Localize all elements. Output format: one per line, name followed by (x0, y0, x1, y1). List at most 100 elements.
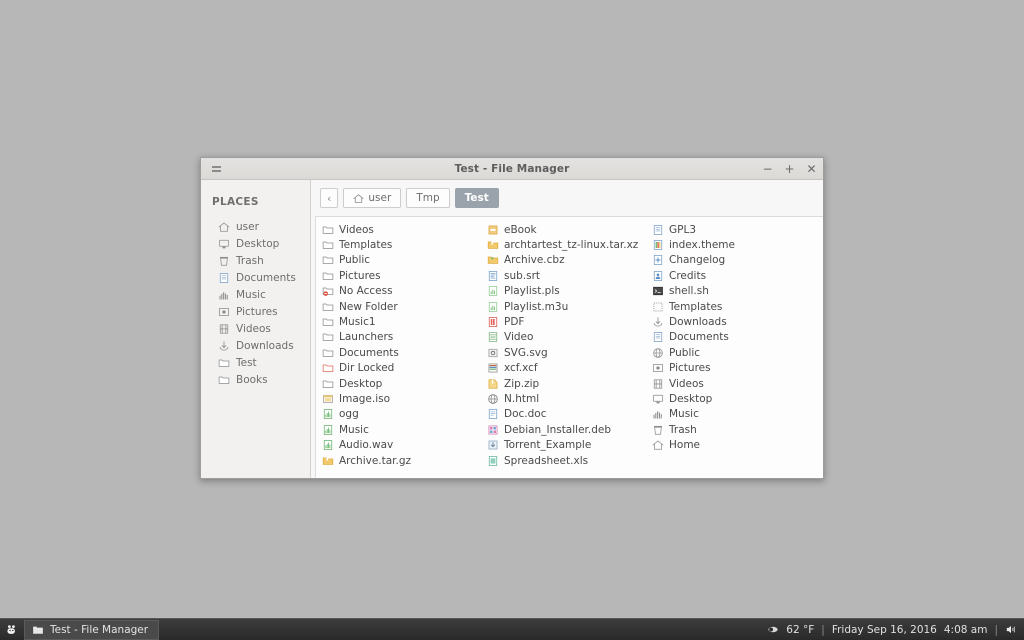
sidebar-item-test[interactable]: Test (201, 354, 310, 371)
breadcrumb-user[interactable]: user (343, 188, 402, 208)
window-titlebar[interactable]: Test - File Manager − + ✕ (201, 158, 823, 180)
file-item-label: Zip.zip (504, 377, 540, 390)
file-item[interactable]: Playlist.pls (487, 284, 652, 299)
file-item[interactable]: Templates (322, 237, 487, 252)
file-item-label: Desktop (669, 392, 713, 405)
back-button[interactable]: ‹ (320, 188, 339, 208)
file-item[interactable]: Video (487, 330, 652, 345)
file-item[interactable]: New Folder (322, 299, 487, 314)
file-item[interactable]: sub.srt (487, 268, 652, 283)
folder-noaccess-icon (322, 287, 334, 297)
file-item[interactable]: N.html (487, 391, 652, 406)
file-item[interactable]: Documents (322, 345, 487, 360)
file-item-label: GPL3 (669, 223, 696, 236)
file-item-label: Trash (669, 423, 697, 436)
file-item[interactable]: Credits (652, 268, 817, 283)
file-item[interactable]: Archive.cbz (487, 253, 652, 268)
file-item[interactable]: Trash (652, 422, 817, 437)
file-item[interactable]: SVG.svg (487, 345, 652, 360)
file-item[interactable]: xcf.xcf (487, 361, 652, 376)
file-list[interactable]: Videos Templates Public Pictures No Access Ne… (315, 216, 823, 478)
file-item-label: PDF (504, 316, 525, 329)
sidebar-item-music[interactable]: Music (201, 286, 310, 303)
file-item[interactable]: Music (322, 422, 487, 437)
zip-icon (488, 379, 498, 389)
file-item[interactable]: Image.iso (322, 391, 487, 406)
taskbar-window-button[interactable]: Test - File Manager (24, 619, 160, 640)
breadcrumb-tmp[interactable]: Tmp (406, 188, 450, 208)
file-item-label: Debian_Installer.deb (504, 423, 612, 436)
file-item[interactable]: Playlist.m3u (487, 299, 652, 314)
file-item[interactable]: Desktop (652, 391, 817, 406)
file-item[interactable]: Audio.wav (322, 437, 487, 452)
volume-icon[interactable] (1005, 624, 1018, 635)
file-item[interactable]: Videos (322, 222, 487, 237)
file-item[interactable]: shell.sh (652, 284, 817, 299)
file-item[interactable]: Desktop (322, 376, 487, 391)
file-item[interactable]: Documents (652, 330, 817, 345)
sidebar-item-trash[interactable]: Trash (201, 252, 310, 269)
file-item[interactable]: PDF (487, 314, 652, 329)
hamburger-menu-icon[interactable] (205, 158, 227, 180)
file-item-label: eBook (504, 223, 537, 236)
file-item[interactable]: Videos (652, 376, 817, 391)
file-item[interactable]: Public (322, 253, 487, 268)
file-item-label: Videos (669, 377, 704, 390)
date-label[interactable]: Friday Sep 16, 2016 (832, 624, 937, 636)
file-item-label: New Folder (339, 300, 398, 313)
pictures-icon (652, 364, 664, 373)
sidebar-item-downloads[interactable]: Downloads (201, 337, 310, 354)
theme-file-icon (653, 240, 663, 250)
sidebar-item-documents[interactable]: Documents (201, 269, 310, 286)
file-item[interactable]: Downloads (652, 314, 817, 329)
file-item[interactable]: No Access (322, 284, 487, 299)
file-item[interactable]: Pictures (322, 268, 487, 283)
sidebar-item-desktop[interactable]: Desktop (201, 235, 310, 252)
breadcrumb-test[interactable]: Test (454, 188, 499, 208)
sidebar-item-pictures[interactable]: Pictures (201, 303, 310, 320)
folder-icon (33, 626, 43, 634)
sidebar-item-videos[interactable]: Videos (201, 320, 310, 337)
file-item[interactable]: Archive.tar.gz (322, 453, 487, 468)
sidebar-item-label: Videos (236, 322, 271, 335)
time-label[interactable]: 4:08 am (944, 624, 988, 636)
file-item[interactable]: Torrent_Example (487, 437, 652, 452)
file-item[interactable]: Home (652, 437, 817, 452)
file-item[interactable]: Templates (652, 299, 817, 314)
file-item[interactable]: Debian_Installer.deb (487, 422, 652, 437)
file-item[interactable]: Changelog (652, 253, 817, 268)
file-item[interactable]: Zip.zip (487, 376, 652, 391)
file-item[interactable]: Dir Locked (322, 361, 487, 376)
sidebar-item-label: Desktop (236, 237, 280, 250)
file-item[interactable]: Spreadsheet.xls (487, 453, 652, 468)
file-item[interactable]: GPL3 (652, 222, 817, 237)
file-item[interactable]: index.theme (652, 237, 817, 252)
maximize-button[interactable]: + (784, 163, 795, 175)
file-item-label: Playlist.pls (504, 285, 560, 298)
folder-icon (322, 272, 334, 280)
file-item[interactable]: Music (652, 407, 817, 422)
file-item[interactable]: ogg (322, 407, 487, 422)
terminal-script-icon (653, 287, 663, 296)
tray-separator-1: | (821, 623, 825, 636)
sidebar-item-books[interactable]: Books (201, 371, 310, 388)
file-item[interactable]: Doc.doc (487, 407, 652, 422)
file-item[interactable]: Public (652, 345, 817, 360)
file-item[interactable]: Launchers (322, 330, 487, 345)
home-icon (353, 193, 365, 203)
spreadsheet-icon (488, 455, 498, 466)
video-file-icon (488, 332, 498, 343)
minimize-button[interactable]: − (762, 163, 773, 175)
close-button[interactable]: ✕ (806, 163, 817, 175)
file-item[interactable]: Pictures (652, 361, 817, 376)
file-item[interactable]: eBook (487, 222, 652, 237)
file-item[interactable]: Music1 (322, 314, 487, 329)
start-menu-icon[interactable] (0, 619, 22, 640)
file-item[interactable]: archtartest_tz-linux.tar.xz (487, 237, 652, 252)
file-item-label: Public (339, 254, 371, 267)
places-heading: PLACES (212, 196, 259, 208)
folder-icon (322, 303, 334, 311)
sidebar-item-user[interactable]: user (201, 218, 310, 235)
sidebar-item-label: user (236, 220, 259, 233)
weather-icon[interactable] (767, 624, 779, 635)
